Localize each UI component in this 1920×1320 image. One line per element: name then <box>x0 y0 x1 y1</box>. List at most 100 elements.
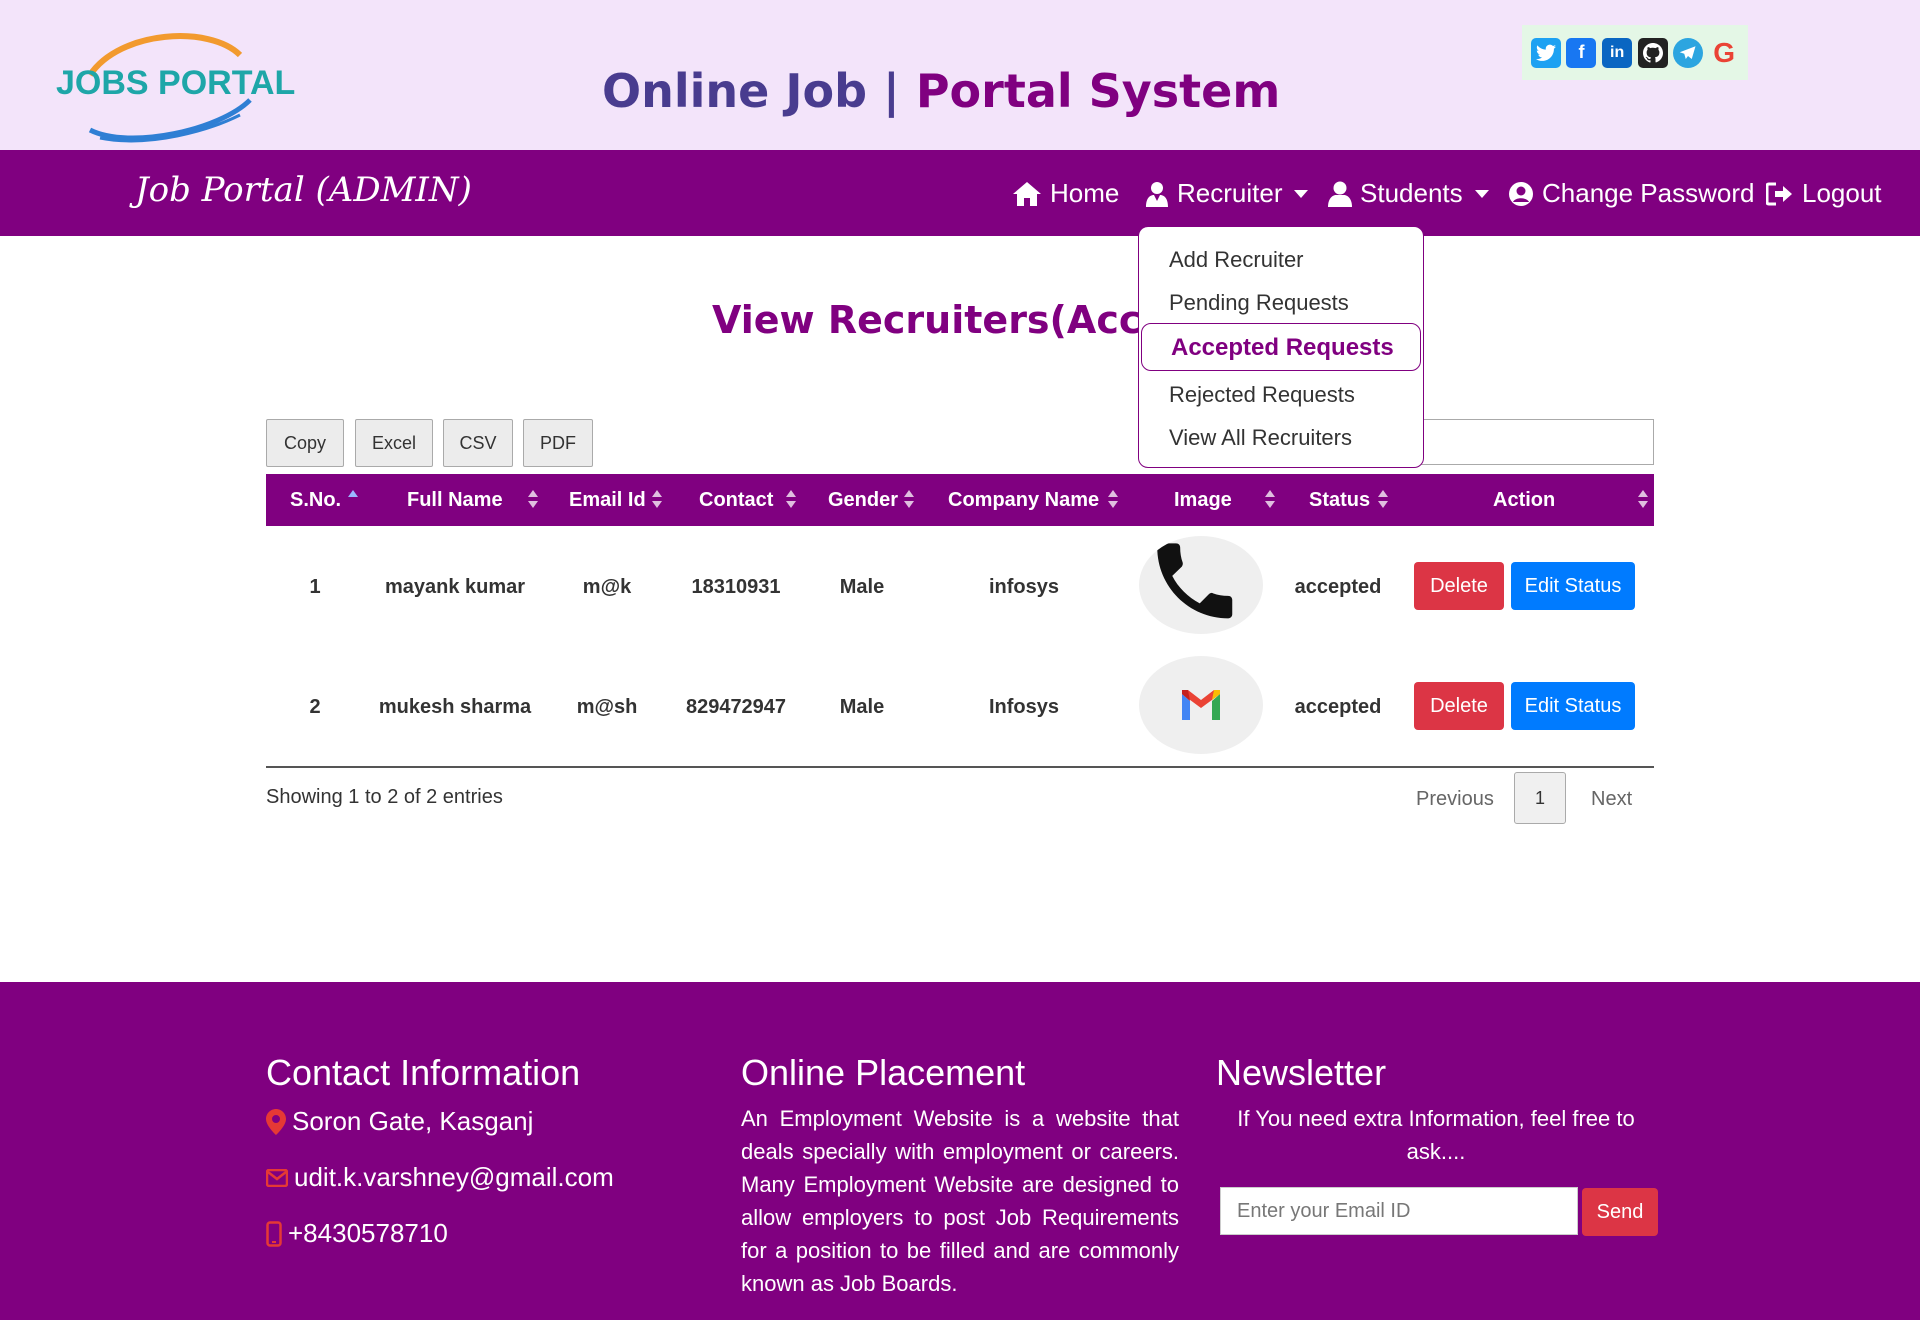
nav-logout[interactable]: Logout <box>1766 178 1882 209</box>
mobile-icon <box>266 1220 282 1247</box>
copy-button[interactable]: Copy <box>266 419 344 467</box>
cell-gender: Male <box>839 576 885 598</box>
csv-button[interactable]: CSV <box>443 419 513 467</box>
nav-home-label: Home <box>1050 178 1120 208</box>
col-full-name[interactable]: Full Name <box>407 489 503 512</box>
pagination-previous[interactable]: Previous <box>1416 788 1494 811</box>
nav-recruiter-label: Recruiter <box>1177 178 1283 208</box>
cell-company: Infosys <box>988 696 1060 718</box>
logout-icon <box>1766 182 1792 205</box>
site-title-part1: Online Job | <box>602 64 900 118</box>
edit-status-button[interactable]: Edit Status <box>1511 562 1635 610</box>
table-search-input[interactable] <box>1400 419 1654 465</box>
facebook-icon[interactable]: f <box>1566 37 1597 68</box>
sort-icon <box>1378 490 1388 510</box>
sort-icon <box>652 490 662 510</box>
cell-name: mayank kumar <box>384 576 526 598</box>
sort-icon <box>904 490 914 510</box>
pagination-page-1[interactable]: 1 <box>1514 772 1566 824</box>
contact-email: udit.k.varshney@gmail.com <box>266 1162 614 1193</box>
pagination-next[interactable]: Next <box>1591 788 1632 811</box>
social-links: f in G <box>1522 25 1748 80</box>
col-action[interactable]: Action <box>1493 489 1555 512</box>
gmail-icon <box>1139 656 1263 754</box>
home-icon <box>1013 181 1041 206</box>
nav-recruiter[interactable]: Recruiter <box>1145 178 1309 209</box>
cell-email: m@k <box>582 576 632 598</box>
contact-email-text: udit.k.varshney@gmail.com <box>294 1162 614 1192</box>
github-icon[interactable] <box>1637 37 1668 68</box>
newsletter-send-button[interactable]: Send <box>1582 1188 1658 1236</box>
sort-icon <box>1108 490 1118 510</box>
nav-change-password-label: Change Password <box>1542 178 1755 208</box>
col-gender[interactable]: Gender <box>828 489 898 512</box>
dropdown-rejected-requests[interactable]: Rejected Requests <box>1169 382 1355 408</box>
col-sno[interactable]: S.No. <box>290 489 341 512</box>
site-title: Online Job | Portal System <box>602 64 1280 118</box>
cell-status: accepted <box>1294 576 1382 598</box>
cell-sno: 1 <box>309 576 321 598</box>
newsletter-text: If You need extra Information, feel free… <box>1237 1106 1635 1164</box>
cell-sno: 2 <box>309 696 321 718</box>
cell-email: m@sh <box>576 696 638 718</box>
navbar: Job Portal (ADMIN) Home Recruiter Studen… <box>0 150 1920 236</box>
col-email[interactable]: Email Id <box>569 489 646 512</box>
google-icon[interactable]: G <box>1709 37 1739 68</box>
sort-icon <box>1265 490 1275 510</box>
contact-phone: +8430578710 <box>266 1218 448 1249</box>
chevron-down-icon <box>1474 189 1489 198</box>
nav-home[interactable]: Home <box>1012 178 1119 209</box>
col-contact[interactable]: Contact <box>699 489 773 512</box>
nav-students-label: Students <box>1360 178 1463 208</box>
site-title-part2: Portal System <box>899 64 1281 118</box>
pdf-button[interactable]: PDF <box>523 419 593 467</box>
sort-asc-icon <box>348 490 358 498</box>
dropdown-accepted-requests[interactable]: Accepted Requests <box>1141 323 1421 371</box>
table-row: 1 mayank kumar m@k 18310931 Male infosys… <box>266 526 1654 646</box>
placement-heading: Online Placement <box>741 1052 1026 1093</box>
sort-icon <box>528 490 538 510</box>
dropdown-add-recruiter[interactable]: Add Recruiter <box>1169 247 1304 273</box>
user-tie-icon <box>1146 181 1168 207</box>
cell-status: accepted <box>1294 696 1382 718</box>
footer: Contact Information Soron Gate, Kasganj … <box>0 982 1920 1320</box>
cell-contact: 829472947 <box>685 696 787 718</box>
nav-students[interactable]: Students <box>1328 178 1489 209</box>
table-info: Showing 1 to 2 of 2 entries <box>266 786 503 808</box>
sort-icon <box>1638 490 1648 510</box>
cell-gender: Male <box>839 696 885 718</box>
contact-heading: Contact Information <box>266 1052 581 1093</box>
cell-company: infosys <box>988 576 1060 598</box>
table-header: S.No. Full Name Email Id Contact Gender … <box>266 474 1654 526</box>
nav-change-password[interactable]: Change Password <box>1508 178 1754 209</box>
newsletter-email-input[interactable]: Enter your Email ID <box>1220 1187 1578 1235</box>
chevron-down-icon <box>1294 189 1309 198</box>
recruiter-dropdown-menu: Add Recruiter Pending Requests Accepted … <box>1138 226 1424 468</box>
linkedin-icon[interactable]: in <box>1602 37 1633 68</box>
delete-button[interactable]: Delete <box>1414 562 1504 610</box>
table-row: 2 mukesh sharma m@sh 829472947 Male Info… <box>266 646 1654 766</box>
top-header: JOBS PORTAL Online Job | Portal System f… <box>0 0 1920 150</box>
edit-status-button[interactable]: Edit Status <box>1511 682 1635 730</box>
dropdown-view-all-recruiters[interactable]: View All Recruiters <box>1169 425 1352 451</box>
cell-name: mukesh sharma <box>378 696 532 718</box>
col-image[interactable]: Image <box>1174 489 1232 512</box>
contact-address: Soron Gate, Kasganj <box>266 1106 533 1137</box>
phone-icon <box>1139 536 1263 634</box>
twitter-icon[interactable] <box>1530 37 1561 68</box>
sort-icon <box>786 490 796 510</box>
envelope-icon <box>266 1168 288 1187</box>
placement-text: An Employment Website is a website that … <box>741 1106 1179 1296</box>
excel-button[interactable]: Excel <box>355 419 433 467</box>
contact-phone-text: +8430578710 <box>288 1218 448 1248</box>
logo-text: JOBS PORTAL <box>56 64 296 102</box>
table-divider <box>266 766 1654 768</box>
navbar-brand[interactable]: Job Portal (ADMIN) <box>135 170 472 210</box>
map-marker-icon <box>266 1108 286 1135</box>
col-status[interactable]: Status <box>1309 489 1370 512</box>
user-icon <box>1328 181 1352 207</box>
dropdown-pending-requests[interactable]: Pending Requests <box>1169 290 1349 316</box>
delete-button[interactable]: Delete <box>1414 682 1504 730</box>
telegram-icon[interactable] <box>1673 37 1704 68</box>
col-company[interactable]: Company Name <box>948 489 1099 512</box>
